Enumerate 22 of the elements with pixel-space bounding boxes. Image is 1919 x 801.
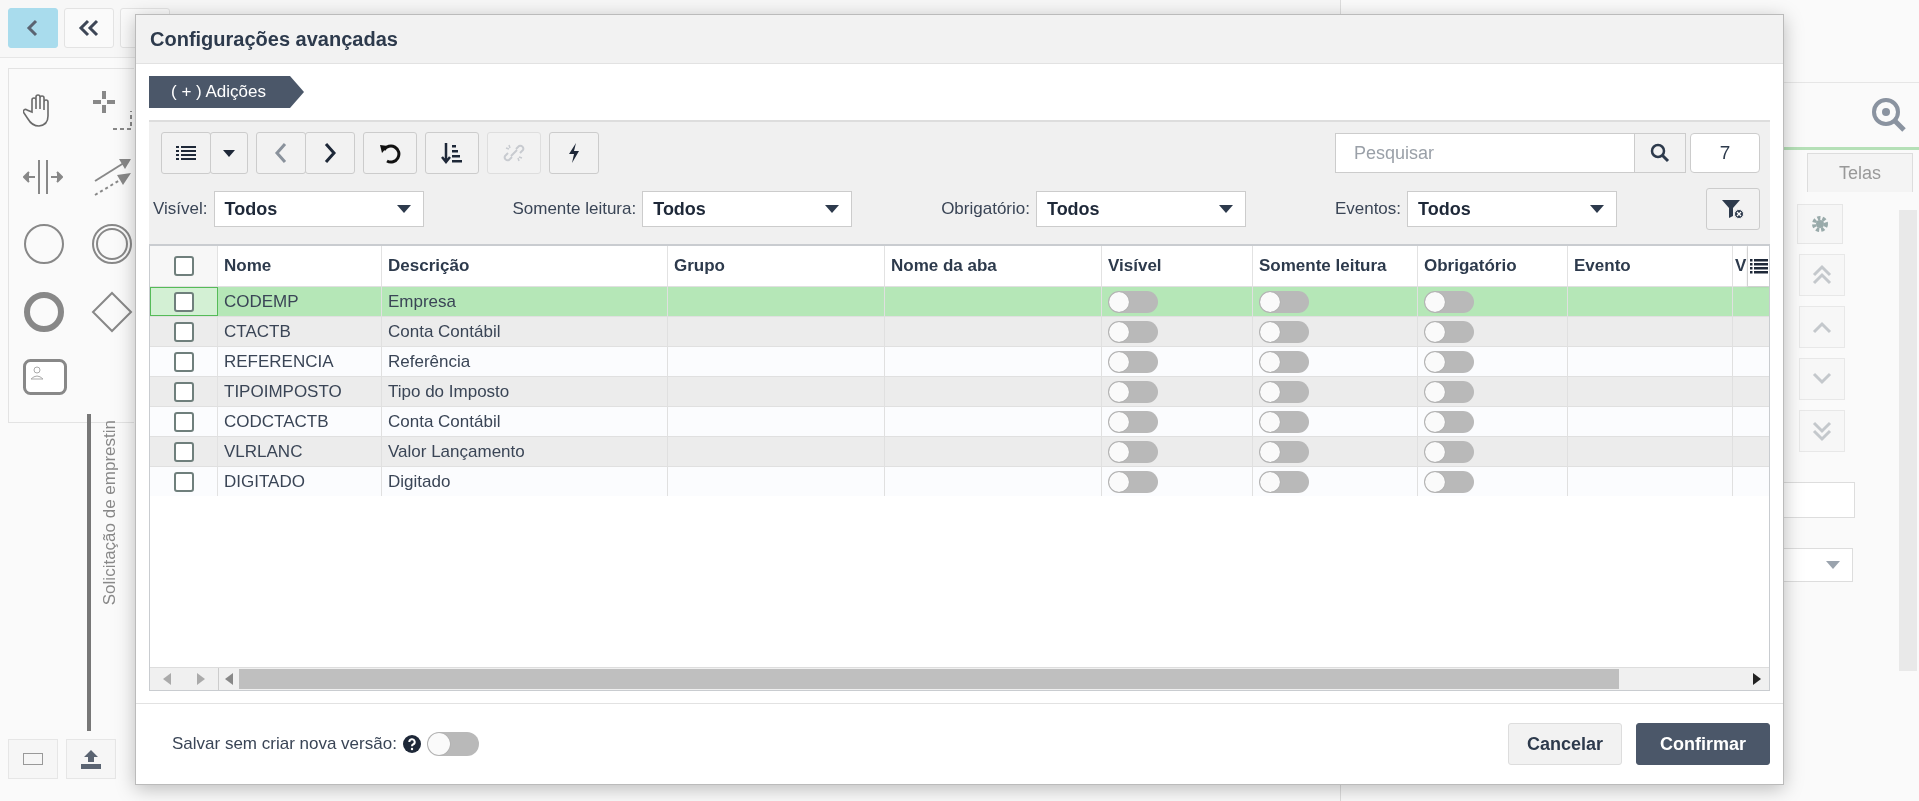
save-option-label: Salvar sem criar nova versão: — [172, 734, 397, 754]
filter-label: Somente leitura: — [512, 199, 637, 219]
table-cell: VLRLANC — [224, 441, 303, 462]
table-cell: Conta Contábil — [388, 321, 501, 342]
filter-label: Eventos: — [1334, 199, 1402, 219]
table-cell: Tipo do Imposto — [388, 381, 510, 402]
table-cell: CTACTB — [224, 321, 291, 342]
table-cell: REFERENCIA — [224, 351, 334, 372]
table-cell: Conta Contábil — [388, 411, 501, 432]
filter-label: Visível: — [153, 199, 208, 219]
table-cell: CODCTACTB — [224, 411, 329, 432]
table-cell: CODEMP — [224, 291, 299, 312]
table-cell: Referência — [388, 351, 471, 372]
dialog-title: Configurações avançadas — [150, 27, 398, 51]
table-cell: Empresa — [388, 291, 457, 312]
result-count-bubble: 7 — [1690, 133, 1760, 173]
table-cell: DIGITADO — [224, 471, 305, 492]
table-cell: TIPOIMPOSTO — [224, 381, 342, 402]
table-cell: Digitado — [388, 471, 451, 492]
filter-label: Obrigatório: — [941, 199, 1030, 219]
table-cell: Valor Lançamento — [388, 441, 525, 462]
lane-label: Solicitação de emprestin — [100, 420, 120, 606]
